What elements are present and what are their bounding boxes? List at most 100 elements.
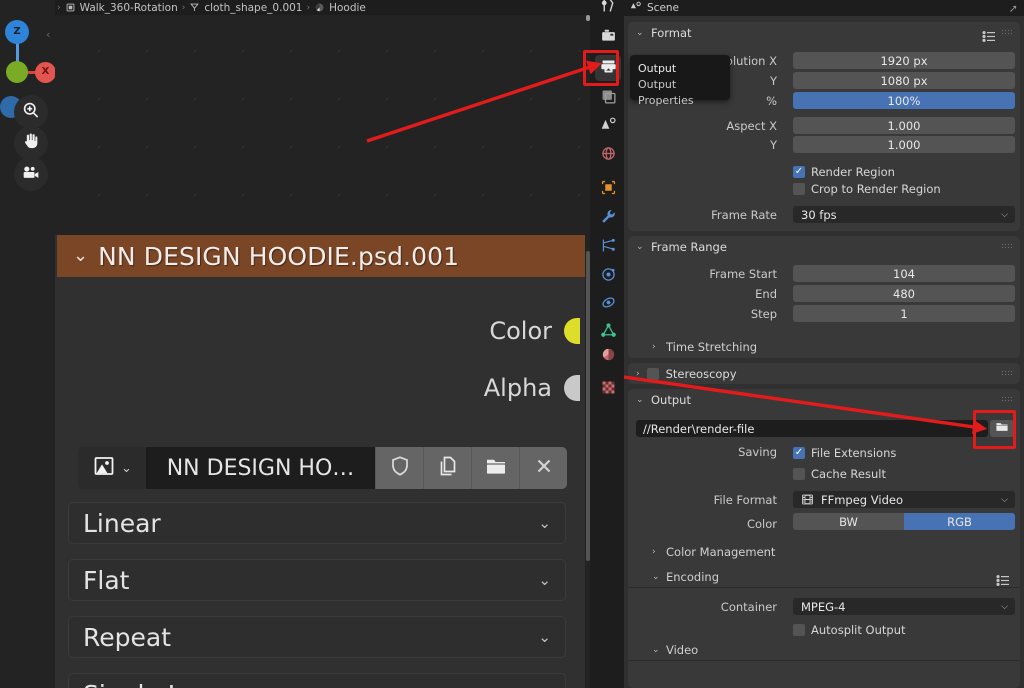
tool-tab[interactable] (595, 0, 621, 20)
open-image-button[interactable] (471, 447, 519, 489)
world-tab[interactable] (595, 142, 621, 168)
fake-user-button[interactable] (375, 447, 423, 489)
alpha-property-row[interactable]: Alpha (484, 374, 580, 402)
pan-tool-button[interactable] (14, 126, 48, 160)
output-properties-tooltip: Output Output Properties (630, 55, 730, 107)
encoding-label: Encoding (666, 570, 719, 584)
time-stretching-subpanel[interactable]: › Time Stretching (652, 340, 757, 354)
chevron-down-icon: ⌄ (538, 628, 551, 646)
modifier-tab[interactable] (595, 205, 621, 231)
stereoscopy-panel-header[interactable]: › Stereoscopy (628, 363, 1020, 384)
aspect-x-field[interactable]: 1.000 (793, 117, 1015, 134)
scene-tab[interactable] (595, 113, 621, 139)
color-label: Color (489, 317, 552, 345)
color-management-subpanel[interactable]: › Color Management (652, 545, 775, 559)
file-extensions-row[interactable]: ✓ File Extensions (793, 444, 896, 461)
texture-tab[interactable] (595, 376, 621, 402)
color-property-row[interactable]: Color (489, 317, 580, 345)
crop-render-region-checkbox[interactable] (793, 182, 805, 195)
new-image-button[interactable] (423, 447, 471, 489)
autosplit-output-row[interactable]: Autosplit Output (793, 621, 906, 638)
frame-rate-dropdown[interactable]: 30 fps ⌵ (793, 206, 1015, 223)
alpha-swatch[interactable] (564, 375, 580, 401)
zoom-tool-button[interactable] (14, 95, 48, 129)
frame-range-panel-header[interactable]: ⌄ Frame Range (628, 236, 1020, 257)
breadcrumb-item-material[interactable]: Hoodie (329, 2, 366, 14)
material-sphere-icon (600, 346, 617, 367)
object-tab[interactable] (595, 176, 621, 202)
viewport-collapse-arrow[interactable]: ‹ (46, 28, 50, 41)
view-layer-tab[interactable] (595, 85, 621, 111)
source-dropdown[interactable]: Single Image ⌄ (68, 673, 566, 688)
file-format-dropdown[interactable]: FFmpeg Video ⌵ (793, 491, 1015, 508)
physics-tab[interactable] (595, 263, 621, 289)
format-panel-grip[interactable] (1001, 29, 1012, 36)
images-icon (600, 88, 617, 109)
format-panel-header[interactable]: ⌄ Format (628, 22, 1020, 43)
color-swatch[interactable] (564, 318, 580, 344)
stereoscopy-panel-grip[interactable] (1001, 370, 1012, 377)
frame-end-field[interactable]: 480 (793, 285, 1015, 302)
video-subpanel[interactable]: ⌄ Video (652, 643, 698, 657)
format-presets-icon[interactable] (982, 27, 996, 42)
output-path-field[interactable]: //Render\render-file (636, 420, 988, 437)
format-panel: ⌄ Format Resolution X 1920 px Y 1080 px … (628, 22, 1020, 231)
material-icon (314, 2, 325, 13)
color-mode-rgb-option[interactable]: RGB (904, 513, 1015, 530)
render-region-checkbox[interactable]: ✓ (793, 165, 805, 178)
encoding-presets-icon[interactable] (996, 571, 1010, 586)
stereoscopy-checkbox[interactable] (646, 367, 659, 380)
cache-result-checkbox[interactable] (793, 467, 805, 480)
video-label: Video (666, 643, 699, 657)
cache-result-label: Cache Result (811, 466, 886, 481)
file-extensions-checkbox[interactable]: ✓ (793, 446, 805, 459)
container-value: MPEG-4 (801, 599, 846, 614)
breadcrumb-item-object[interactable]: Walk_360-Rotation (80, 2, 178, 14)
output-panel-grip[interactable] (1001, 396, 1012, 403)
particles-tab[interactable] (595, 234, 621, 260)
image-datablock-type-button[interactable]: ⌄ (78, 447, 146, 489)
time-stretching-label: Time Stretching (666, 340, 758, 354)
color-mode-toggle[interactable]: BW RGB (793, 513, 1015, 530)
camera-tool-button[interactable] (14, 157, 48, 191)
frame-start-field[interactable]: 104 (793, 265, 1015, 282)
modifier-icon (189, 2, 200, 13)
cache-result-row[interactable]: Cache Result (793, 465, 886, 482)
pin-icon[interactable]: ➚ (1009, 2, 1018, 15)
resolution-percent-field[interactable]: 100% (793, 92, 1015, 109)
image-name-field[interactable]: NN DESIGN HO… (146, 447, 375, 489)
frame-step-field[interactable]: 1 (793, 305, 1015, 322)
render-region-row[interactable]: ✓ Render Region (793, 163, 895, 180)
extension-dropdown[interactable]: Repeat ⌄ (68, 616, 566, 658)
gizmo-y-ball[interactable] (6, 61, 28, 83)
projection-value: Flat (83, 565, 130, 595)
aspect-y-field[interactable]: 1.000 (793, 136, 1015, 153)
data-tab[interactable] (595, 319, 621, 345)
properties-scene-name[interactable]: Scene (647, 2, 679, 14)
breadcrumb-item-modifier[interactable]: cloth_shape_0.001 (204, 2, 302, 14)
container-dropdown[interactable]: MPEG-4 ⌵ (793, 598, 1015, 615)
render-tab[interactable] (595, 24, 621, 50)
interpolation-dropdown[interactable]: Linear ⌄ (68, 502, 566, 544)
encoding-subpanel[interactable]: ⌄ Encoding (652, 570, 719, 584)
frame-range-panel-grip[interactable] (1001, 243, 1012, 250)
output-panel-header[interactable]: ⌄ Output (628, 389, 1020, 410)
constraints-tab[interactable] (595, 291, 621, 317)
material-tab[interactable] (595, 343, 621, 369)
gizmo-z-ball[interactable]: Z (5, 20, 29, 44)
frame-range-panel-title: Frame Range (651, 239, 727, 254)
duplicate-icon (436, 454, 460, 482)
projection-dropdown[interactable]: Flat ⌄ (68, 559, 566, 601)
resolution-y-field[interactable]: 1080 px (793, 72, 1015, 89)
autosplit-output-checkbox[interactable] (793, 623, 805, 636)
unlink-button[interactable] (519, 447, 567, 489)
resolution-x-field[interactable]: 1920 px (793, 52, 1015, 69)
encoding-divider (628, 587, 1020, 588)
image-editor-canvas[interactable] (55, 15, 585, 235)
image-sidebar-header[interactable]: ⌄ NN DESIGN HOODIE.psd.001 (57, 235, 585, 277)
color-mode-bw-option[interactable]: BW (793, 513, 904, 530)
gizmo-x-ball[interactable]: X (35, 62, 56, 83)
crop-render-region-row[interactable]: Crop to Render Region (793, 180, 941, 197)
chevron-down-icon: ⌵ (1001, 209, 1008, 220)
chevron-down-icon: ⌵ (1001, 494, 1008, 505)
